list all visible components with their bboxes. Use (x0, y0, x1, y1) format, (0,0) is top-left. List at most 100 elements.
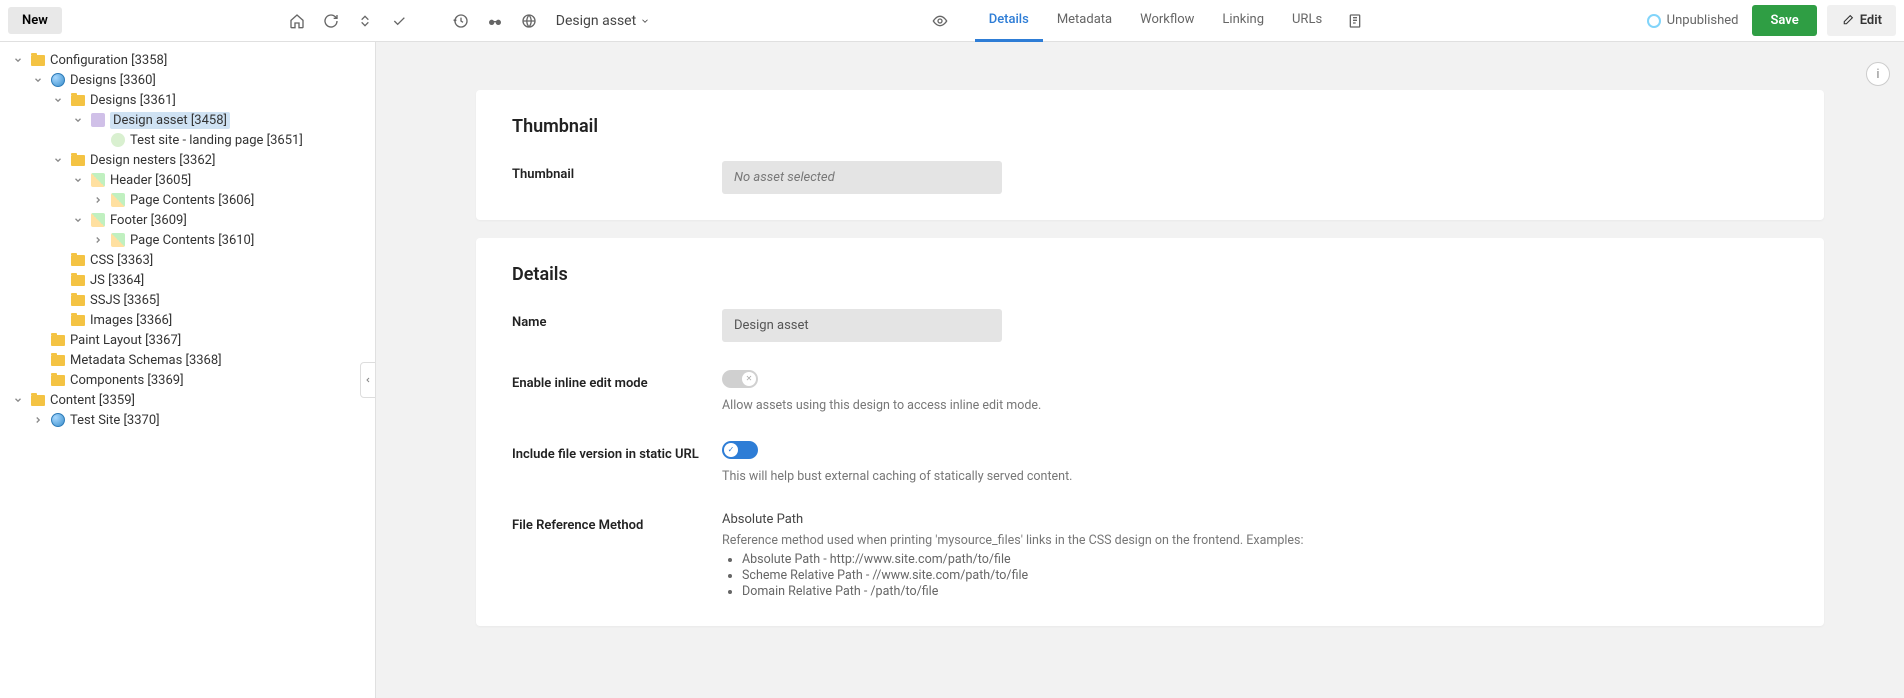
tab-linking[interactable]: Linking (1208, 0, 1278, 42)
breadcrumb[interactable]: Design asset (548, 13, 658, 29)
folder-icon (70, 252, 86, 268)
tree-node[interactable]: Configuration [3358] (4, 50, 371, 70)
field-label-name: Name (512, 309, 722, 330)
tree-node[interactable]: Page Contents [3610] (4, 230, 371, 250)
save-button[interactable]: Save (1752, 5, 1816, 36)
tree-toggle[interactable] (50, 152, 66, 168)
collapse-icon[interactable] (350, 6, 380, 36)
tree-node[interactable]: CSS [3363] (4, 250, 371, 270)
tree-node-label: Footer [3609] (110, 213, 187, 228)
tree-node-label: Images [3366] (90, 313, 172, 328)
tree-node[interactable]: SSJS [3365] (4, 290, 371, 310)
tree-toggle[interactable] (10, 392, 26, 408)
tree-node[interactable]: Footer [3609] (4, 210, 371, 230)
tree-node[interactable]: Components [3369] (4, 370, 371, 390)
refresh-icon[interactable] (316, 6, 346, 36)
tree-toggle[interactable] (50, 92, 66, 108)
apply-icon (110, 132, 126, 148)
tree-node[interactable]: Designs [3360] (4, 70, 371, 90)
history-icon[interactable] (446, 6, 476, 36)
nester-icon (110, 232, 126, 248)
tree-node-label: Components [3369] (70, 373, 184, 388)
status-dot-icon (1647, 14, 1661, 28)
nester-icon (110, 192, 126, 208)
folder-icon (50, 372, 66, 388)
tree-node[interactable]: Design nesters [3362] (4, 150, 371, 170)
tree-toggle[interactable] (70, 172, 86, 188)
tree-node-label: Design asset [3458] (110, 112, 230, 129)
folder-icon (30, 392, 46, 408)
tree-node-label: Content [3359] (50, 393, 135, 408)
folder-icon (50, 332, 66, 348)
site-icon (50, 412, 66, 428)
field-label-thumbnail: Thumbnail (512, 161, 722, 182)
tree-toggle[interactable] (30, 72, 46, 88)
tree-spacer (30, 332, 46, 348)
tree-node[interactable]: Test site - landing page [3651] (4, 130, 371, 150)
tree-node[interactable]: Test Site [3370] (4, 410, 371, 430)
sidebar-collapse-handle[interactable] (360, 362, 376, 398)
home-icon[interactable] (282, 6, 312, 36)
tab-urls[interactable]: URLs (1278, 0, 1336, 42)
tree-node-label: SSJS [3365] (90, 293, 160, 308)
tree-spacer (90, 132, 106, 148)
tree-toggle[interactable] (90, 232, 106, 248)
tree-node[interactable]: Header [3605] (4, 170, 371, 190)
folder-icon (70, 92, 86, 108)
tree-node[interactable]: Metadata Schemas [3368] (4, 350, 371, 370)
new-button[interactable]: New (8, 7, 62, 34)
tree-spacer (30, 352, 46, 368)
field-label-inline: Enable inline edit mode (512, 370, 722, 391)
pencil-icon (1841, 14, 1854, 27)
tab-details[interactable]: Details (975, 0, 1043, 42)
check-icon[interactable] (384, 6, 414, 36)
list-item: Domain Relative Path - /path/to/file (742, 584, 1788, 599)
panel-heading: Details (512, 264, 1788, 285)
preview-icon[interactable] (925, 6, 955, 36)
tree-node-label: Designs [3361] (90, 93, 176, 108)
file-version-toggle[interactable] (722, 441, 758, 459)
tree-spacer (30, 372, 46, 388)
tree-node-label: JS [3364] (90, 273, 144, 288)
content-area: i Thumbnail Thumbnail No asset selected … (376, 42, 1904, 698)
tree-node-label: Paint Layout [3367] (70, 333, 181, 348)
chevron-down-icon (640, 16, 650, 26)
binoculars-icon[interactable] (480, 6, 510, 36)
tree-node[interactable]: Design asset [3458] (4, 110, 371, 130)
tree-node[interactable]: JS [3364] (4, 270, 371, 290)
tree-node[interactable]: Images [3366] (4, 310, 371, 330)
tree-node[interactable]: Content [3359] (4, 390, 371, 410)
tree-toggle[interactable] (70, 112, 86, 128)
tree-node-label: Configuration [3358] (50, 53, 167, 68)
tree-toggle[interactable] (30, 412, 46, 428)
tab-workflow[interactable]: Workflow (1126, 0, 1208, 42)
tree-node[interactable]: Page Contents [3606] (4, 190, 371, 210)
tree-toggle[interactable] (10, 52, 26, 68)
list-item: Absolute Path - http://www.site.com/path… (742, 552, 1788, 567)
tree-node[interactable]: Designs [3361] (4, 90, 371, 110)
tree-node[interactable]: Paint Layout [3367] (4, 330, 371, 350)
tree-node-label: Design nesters [3362] (90, 153, 215, 168)
status-badge: Unpublished (1637, 13, 1749, 28)
help-text: This will help bust external caching of … (722, 469, 1788, 484)
folder-icon (50, 352, 66, 368)
thumbnail-value[interactable]: No asset selected (722, 161, 1002, 194)
inline-edit-toggle[interactable] (722, 370, 758, 388)
site-icon (50, 72, 66, 88)
folder-icon (70, 292, 86, 308)
tree-spacer (50, 292, 66, 308)
notes-icon[interactable] (1340, 6, 1370, 36)
tree-spacer (50, 252, 66, 268)
tree-toggle[interactable] (90, 192, 106, 208)
info-icon[interactable]: i (1866, 62, 1890, 86)
folder-icon (30, 52, 46, 68)
globe-icon[interactable] (514, 6, 544, 36)
tree-node-label: Page Contents [3610] (130, 233, 254, 248)
edit-button[interactable]: Edit (1827, 5, 1896, 36)
help-text: Allow assets using this design to access… (722, 398, 1788, 413)
thumbnail-panel: Thumbnail Thumbnail No asset selected (476, 90, 1824, 220)
tree-toggle[interactable] (70, 212, 86, 228)
asset-tree: Configuration [3358] Designs [3360] Design… (0, 42, 376, 698)
field-label-version: Include file version in static URL (512, 441, 722, 462)
tab-metadata[interactable]: Metadata (1043, 0, 1126, 42)
